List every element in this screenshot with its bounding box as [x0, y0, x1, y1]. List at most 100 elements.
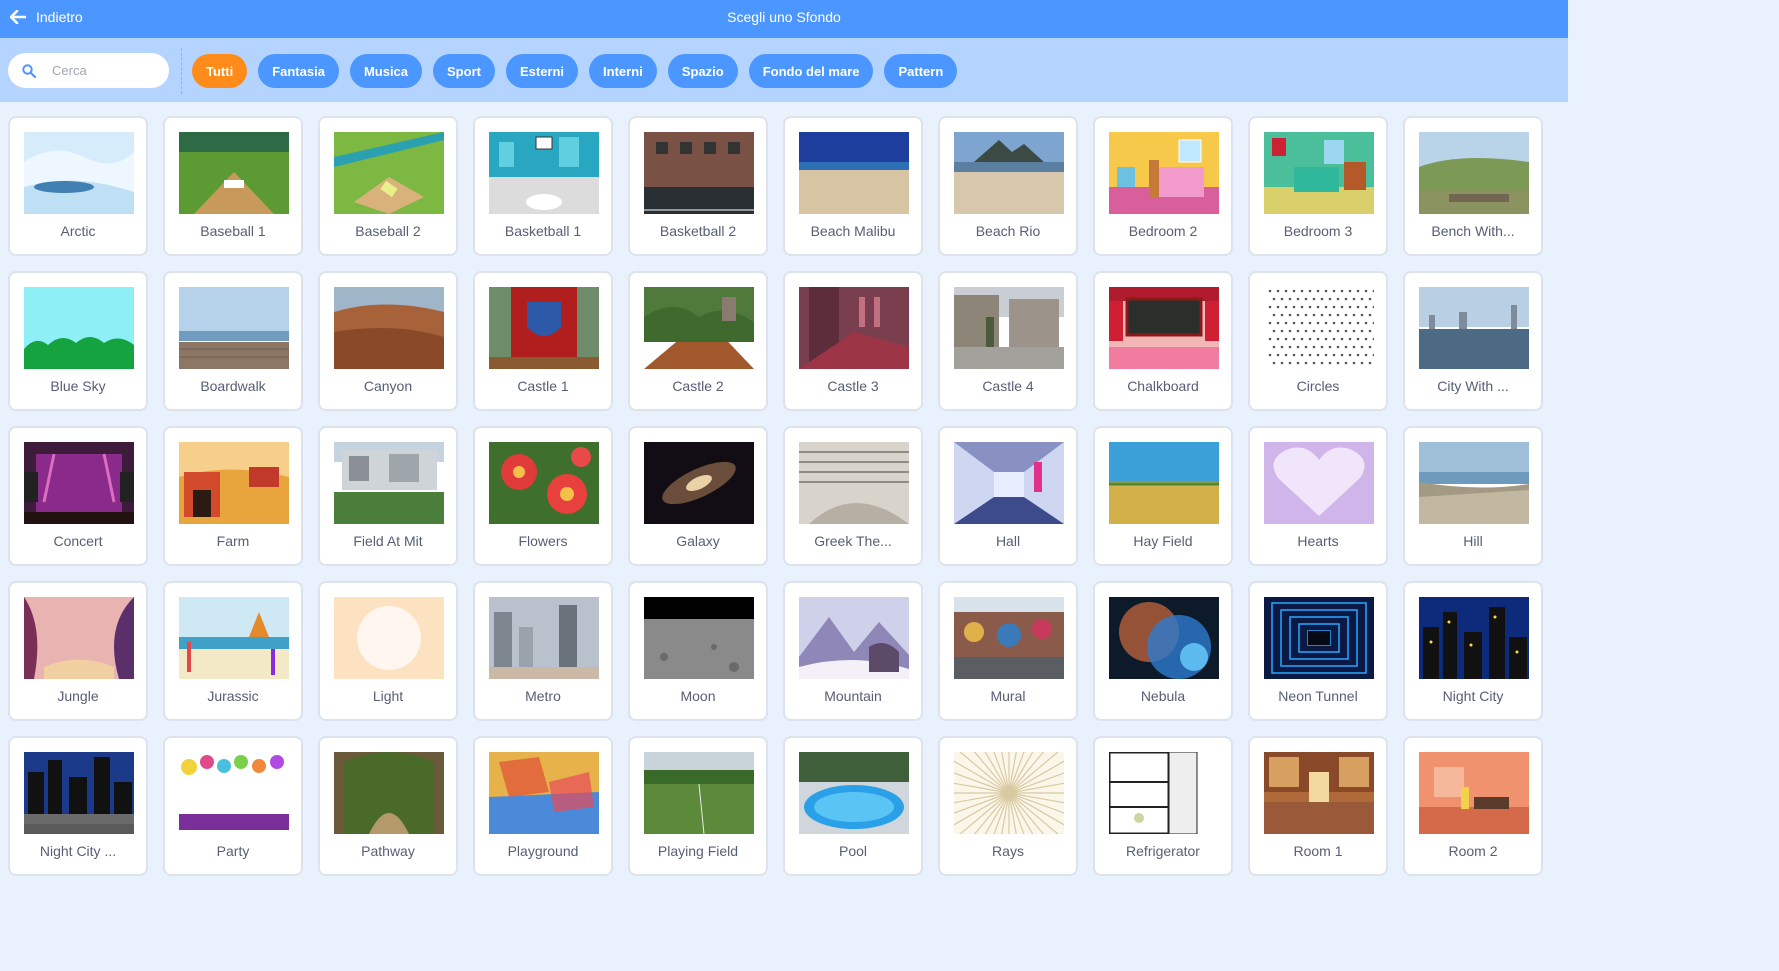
- backdrop-tile[interactable]: Baseball 2: [318, 116, 458, 256]
- greek-theater-thumbnail: [799, 442, 909, 524]
- backdrop-tile[interactable]: Circles: [1248, 271, 1388, 411]
- hill-thumbnail: [1419, 442, 1529, 524]
- playground-thumbnail: [489, 752, 599, 834]
- backdrop-tile[interactable]: Greek The...: [783, 426, 923, 566]
- circles-thumbnail: [1264, 287, 1374, 369]
- backdrop-tile[interactable]: Blue Sky: [8, 271, 148, 411]
- backdrop-label: Metro: [525, 688, 561, 704]
- backdrop-tile[interactable]: Hay Field: [1093, 426, 1233, 566]
- neon-tunnel-thumbnail: [1264, 597, 1374, 679]
- backdrop-tile[interactable]: Neon Tunnel: [1248, 581, 1388, 721]
- backdrop-label: Bench With...: [1431, 223, 1515, 239]
- backdrop-tile[interactable]: Beach Malibu: [783, 116, 923, 256]
- backdrop-label: Pathway: [361, 843, 415, 859]
- mountain-thumbnail: [799, 597, 909, 679]
- backdrop-tile[interactable]: Party: [163, 736, 303, 876]
- backdrop-tile[interactable]: Castle 1: [473, 271, 613, 411]
- category-chip[interactable]: Spazio: [667, 54, 738, 88]
- category-chip[interactable]: Fondo del mare: [748, 54, 874, 88]
- backdrop-label: Neon Tunnel: [1278, 688, 1358, 704]
- backdrop-label: Blue Sky: [50, 378, 106, 394]
- backdrop-tile[interactable]: Nebula: [1093, 581, 1233, 721]
- backdrop-label: Mural: [990, 688, 1026, 704]
- backdrop-label: Castle 3: [827, 378, 879, 394]
- backdrop-tile[interactable]: Hill: [1403, 426, 1543, 566]
- backdrop-tile[interactable]: Bedroom 2: [1093, 116, 1233, 256]
- backdrop-tile[interactable]: Pathway: [318, 736, 458, 876]
- night-city-thumbnail: [1419, 597, 1529, 679]
- light-thumbnail: [334, 597, 444, 679]
- backdrop-grid: Arctic Baseball 1 Baseball 2 Basketball 1 Ba…: [8, 116, 1543, 876]
- playing-field-thumbnail: [644, 752, 754, 834]
- backdrop-tile[interactable]: Chalkboard: [1093, 271, 1233, 411]
- backdrop-label: Jurassic: [207, 688, 259, 704]
- backdrop-label: Light: [372, 688, 404, 704]
- backdrop-tile[interactable]: Castle 4: [938, 271, 1078, 411]
- backdrop-tile[interactable]: Moon: [628, 581, 768, 721]
- backdrop-tile[interactable]: Night City ...: [8, 736, 148, 876]
- backdrop-label: Bedroom 3: [1283, 223, 1353, 239]
- backdrop-label: Castle 1: [517, 378, 569, 394]
- backdrop-tile[interactable]: Refrigerator: [1093, 736, 1233, 876]
- backdrop-tile[interactable]: Field At Mit: [318, 426, 458, 566]
- backdrop-tile[interactable]: Pool: [783, 736, 923, 876]
- category-chip[interactable]: Interni: [589, 54, 657, 88]
- backdrop-tile[interactable]: Hall: [938, 426, 1078, 566]
- backdrop-tile[interactable]: Concert: [8, 426, 148, 566]
- backdrop-tile[interactable]: Jungle: [8, 581, 148, 721]
- jurassic-thumbnail: [179, 597, 289, 679]
- backdrop-label: Room 1: [1293, 843, 1343, 859]
- backdrop-tile[interactable]: Rays: [938, 736, 1078, 876]
- backdrop-label: Circles: [1296, 378, 1340, 394]
- backdrop-tile[interactable]: Galaxy: [628, 426, 768, 566]
- backdrop-label: Beach Rio: [975, 223, 1041, 239]
- backdrop-tile[interactable]: Basketball 1: [473, 116, 613, 256]
- backdrop-tile[interactable]: Mural: [938, 581, 1078, 721]
- backdrop-label: Pool: [838, 843, 868, 859]
- backdrop-tile[interactable]: Night City: [1403, 581, 1543, 721]
- backdrop-tile[interactable]: Flowers: [473, 426, 613, 566]
- nebula-thumbnail: [1109, 597, 1219, 679]
- pathway-thumbnail: [334, 752, 444, 834]
- backdrop-tile[interactable]: Metro: [473, 581, 613, 721]
- backdrop-tile[interactable]: Hearts: [1248, 426, 1388, 566]
- backdrop-tile[interactable]: Farm: [163, 426, 303, 566]
- backdrop-tile[interactable]: Playing Field: [628, 736, 768, 876]
- backdrop-tile[interactable]: Arctic: [8, 116, 148, 256]
- backdrop-tile[interactable]: Castle 3: [783, 271, 923, 411]
- backdrop-tile[interactable]: Canyon: [318, 271, 458, 411]
- backdrop-tile[interactable]: Room 2: [1403, 736, 1543, 876]
- backdrop-tile[interactable]: Room 1: [1248, 736, 1388, 876]
- backdrop-label: Playing Field: [657, 843, 739, 859]
- header-bar: Indietro Scegli uno Sfondo: [0, 0, 1568, 38]
- backdrop-tile[interactable]: Basketball 2: [628, 116, 768, 256]
- category-chip[interactable]: Sport: [433, 54, 495, 88]
- flowers-thumbnail: [489, 442, 599, 524]
- farm-thumbnail: [179, 442, 289, 524]
- backdrop-tile[interactable]: Playground: [473, 736, 613, 876]
- category-chip[interactable]: Esterni: [505, 54, 579, 88]
- backdrop-tile[interactable]: Light: [318, 581, 458, 721]
- backdrop-tile[interactable]: Bedroom 3: [1248, 116, 1388, 256]
- backdrop-tile[interactable]: Castle 2: [628, 271, 768, 411]
- backdrop-tile[interactable]: Beach Rio: [938, 116, 1078, 256]
- backdrop-tile[interactable]: Baseball 1: [163, 116, 303, 256]
- boardwalk-thumbnail: [179, 287, 289, 369]
- field-mit-thumbnail: [334, 442, 444, 524]
- backdrop-tile[interactable]: City With ...: [1403, 271, 1543, 411]
- backdrop-tile[interactable]: Jurassic: [163, 581, 303, 721]
- mural-thumbnail: [954, 597, 1064, 679]
- backdrop-tile[interactable]: Mountain: [783, 581, 923, 721]
- backdrop-tile[interactable]: Boardwalk: [163, 271, 303, 411]
- category-chip[interactable]: Musica: [349, 54, 423, 88]
- category-chip[interactable]: Fantasia: [258, 54, 339, 88]
- backdrop-tile[interactable]: Bench With...: [1403, 116, 1543, 256]
- search-placeholder: Cerca: [52, 63, 87, 78]
- category-chip[interactable]: Tutti: [192, 54, 248, 88]
- castle3-thumbnail: [799, 287, 909, 369]
- category-chip[interactable]: Pattern: [884, 54, 958, 88]
- rays-thumbnail: [954, 752, 1064, 834]
- hearts-thumbnail: [1264, 442, 1374, 524]
- backdrop-label: Playground: [507, 843, 579, 859]
- search-input[interactable]: Cerca: [8, 53, 169, 88]
